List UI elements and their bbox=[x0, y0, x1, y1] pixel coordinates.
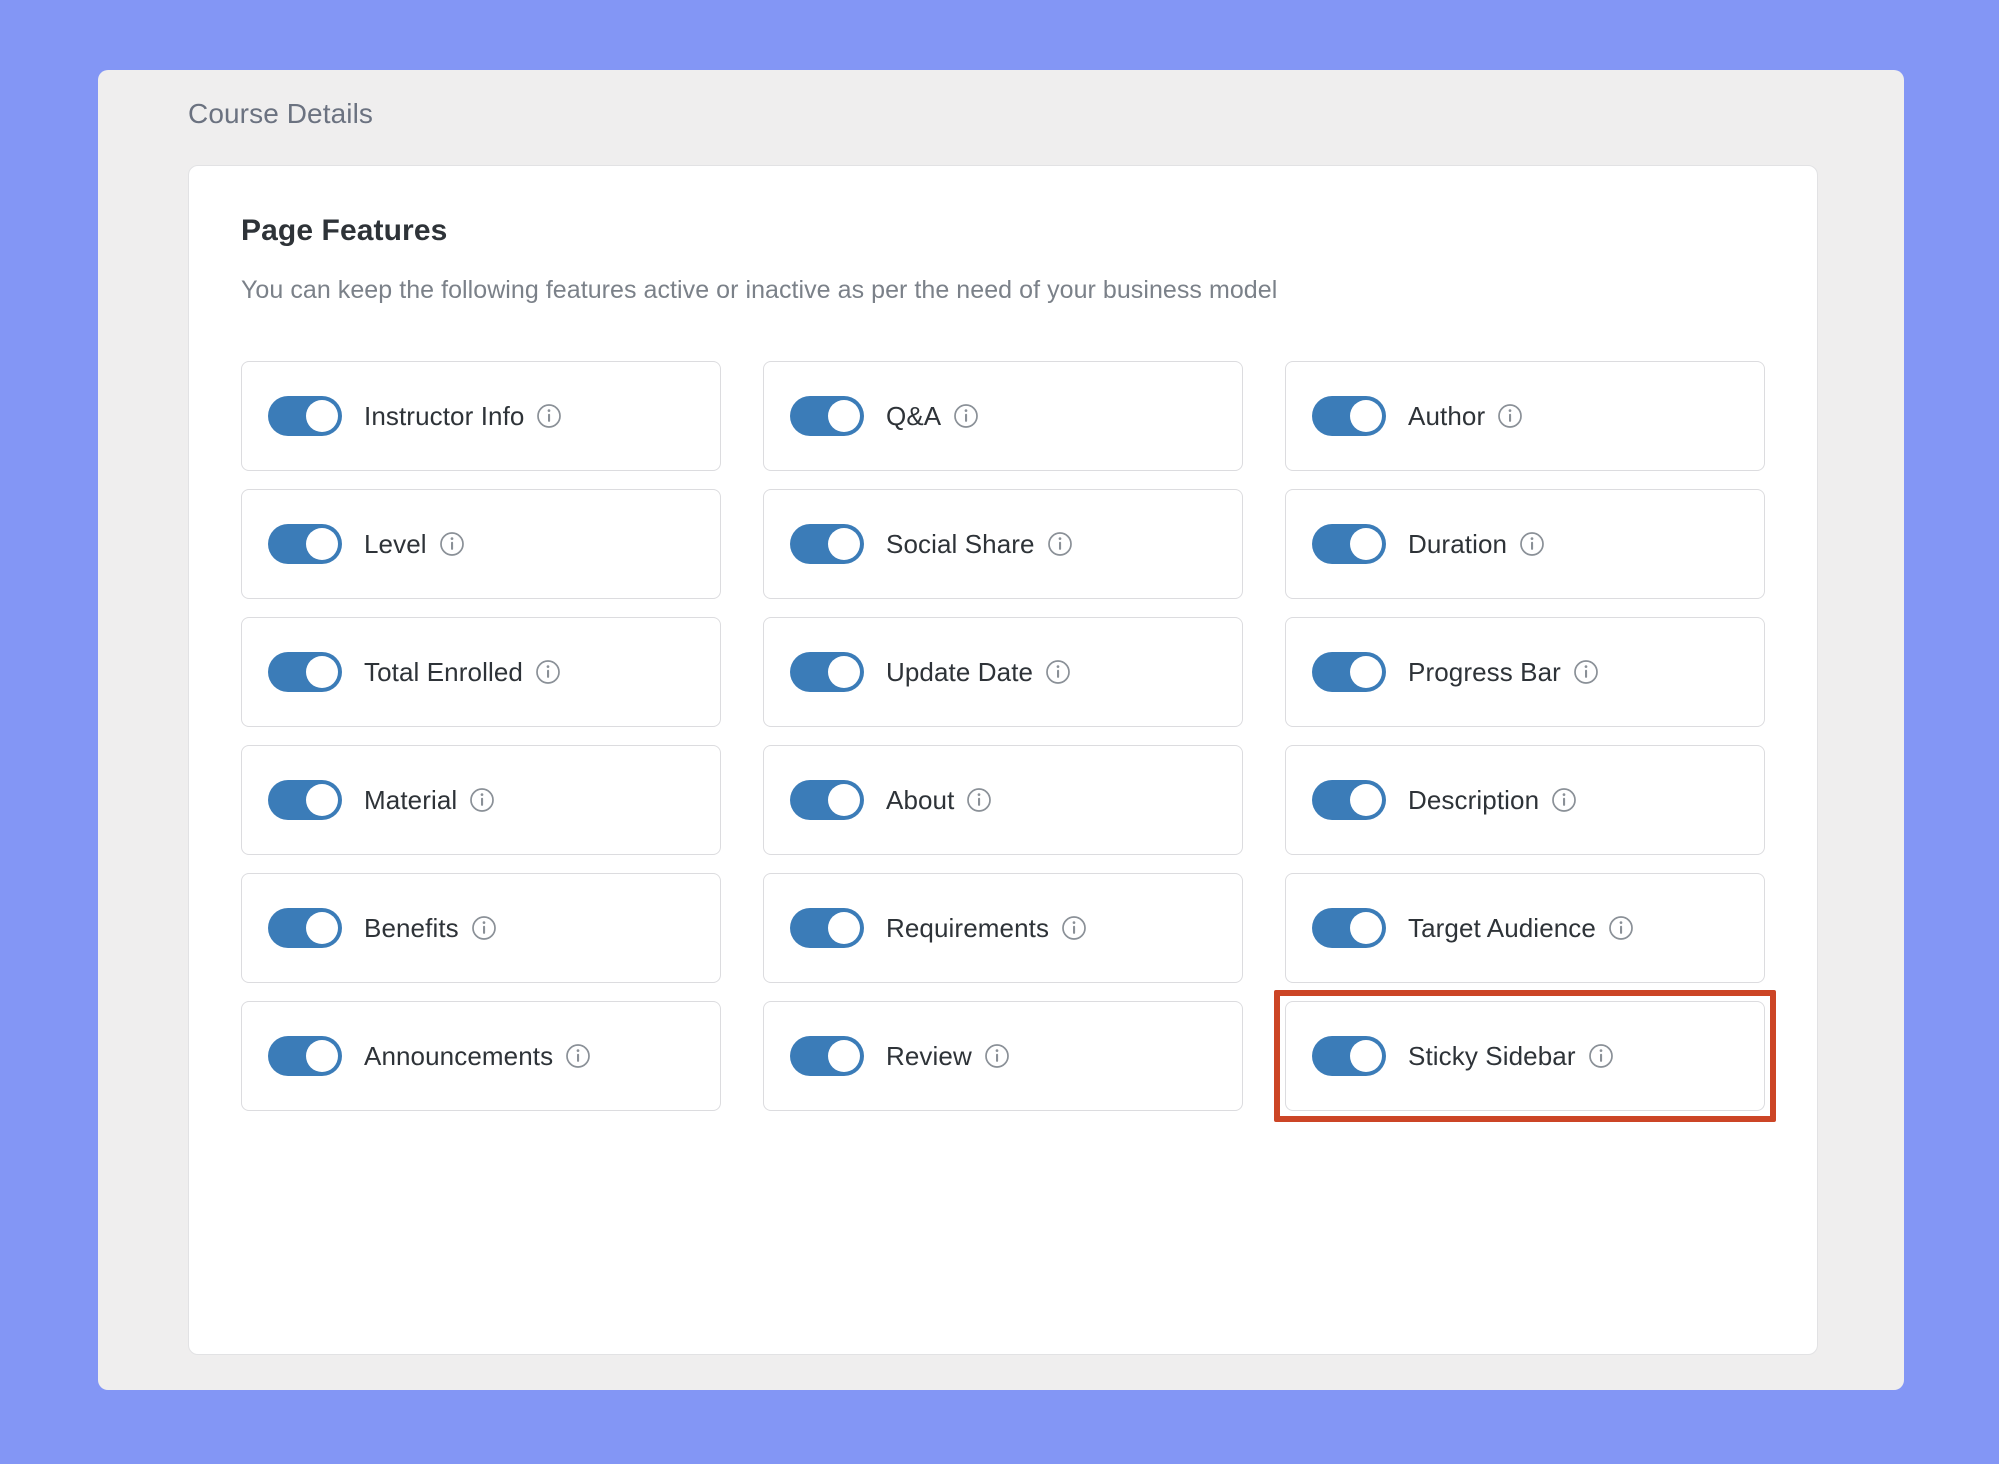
info-icon[interactable] bbox=[953, 403, 979, 429]
feature-label-qanda: Q&A bbox=[886, 400, 942, 431]
feature-card-level[interactable]: Level bbox=[241, 489, 721, 599]
feature-card-requirements[interactable]: Requirements bbox=[763, 873, 1243, 983]
feature-label-instructor-info: Instructor Info bbox=[364, 400, 525, 431]
feature-card-review[interactable]: Review bbox=[763, 1001, 1243, 1111]
page-features-grid: Instructor Info Q&A Author Level Social … bbox=[241, 361, 1776, 1122]
page-features-card: Page Features You can keep the following… bbox=[188, 165, 1818, 1355]
info-icon[interactable] bbox=[439, 531, 465, 557]
feature-card-material[interactable]: Material bbox=[241, 745, 721, 855]
toggle-knob bbox=[306, 528, 338, 560]
toggle-total-enrolled[interactable] bbox=[268, 652, 342, 692]
feature-card-duration[interactable]: Duration bbox=[1285, 489, 1765, 599]
info-icon[interactable] bbox=[1608, 915, 1634, 941]
toggle-progress-bar[interactable] bbox=[1312, 652, 1386, 692]
toggle-benefits[interactable] bbox=[268, 908, 342, 948]
feature-card-progress-bar[interactable]: Progress Bar bbox=[1285, 617, 1765, 727]
info-icon[interactable] bbox=[469, 787, 495, 813]
toggle-knob bbox=[1350, 528, 1382, 560]
feature-label-social-share: Social Share bbox=[886, 528, 1035, 559]
toggle-knob bbox=[1350, 400, 1382, 432]
toggle-author[interactable] bbox=[1312, 396, 1386, 436]
info-icon[interactable] bbox=[984, 1043, 1010, 1069]
feature-label-author: Author bbox=[1408, 400, 1486, 431]
toggle-knob bbox=[306, 656, 338, 688]
feature-label-about: About bbox=[886, 784, 955, 815]
feature-label-total-enrolled: Total Enrolled bbox=[364, 656, 523, 687]
feature-label-announcements: Announcements bbox=[364, 1040, 554, 1071]
toggle-review[interactable] bbox=[790, 1036, 864, 1076]
toggle-level[interactable] bbox=[268, 524, 342, 564]
feature-label-benefits: Benefits bbox=[364, 912, 459, 943]
feature-label-material: Material bbox=[364, 784, 458, 815]
feature-label-description: Description bbox=[1408, 784, 1540, 815]
toggle-knob bbox=[828, 1040, 860, 1072]
toggle-instructor-info[interactable] bbox=[268, 396, 342, 436]
toggle-knob bbox=[306, 1040, 338, 1072]
info-icon[interactable] bbox=[1573, 659, 1599, 685]
toggle-social-share[interactable] bbox=[790, 524, 864, 564]
toggle-requirements[interactable] bbox=[790, 908, 864, 948]
info-icon[interactable] bbox=[1497, 403, 1523, 429]
toggle-knob bbox=[1350, 656, 1382, 688]
toggle-knob bbox=[828, 656, 860, 688]
info-icon[interactable] bbox=[471, 915, 497, 941]
info-icon[interactable] bbox=[1047, 531, 1073, 557]
feature-label-level: Level bbox=[364, 528, 427, 559]
info-icon[interactable] bbox=[1061, 915, 1087, 941]
feature-card-target-audience[interactable]: Target Audience bbox=[1285, 873, 1765, 983]
feature-card-benefits[interactable]: Benefits bbox=[241, 873, 721, 983]
page-title: Course Details bbox=[188, 98, 374, 129]
feature-label-update-date: Update Date bbox=[886, 656, 1034, 687]
feature-label-progress-bar: Progress Bar bbox=[1408, 656, 1561, 687]
toggle-about[interactable] bbox=[790, 780, 864, 820]
feature-card-author[interactable]: Author bbox=[1285, 361, 1765, 471]
feature-label-review: Review bbox=[886, 1040, 972, 1071]
feature-card-about[interactable]: About bbox=[763, 745, 1243, 855]
info-icon[interactable] bbox=[1519, 531, 1545, 557]
feature-label-sticky-sidebar: Sticky Sidebar bbox=[1408, 1040, 1576, 1071]
toggle-knob bbox=[1350, 1040, 1382, 1072]
toggle-knob bbox=[306, 400, 338, 432]
section-title: Page Features bbox=[241, 214, 448, 247]
feature-card-update-date[interactable]: Update Date bbox=[763, 617, 1243, 727]
info-icon[interactable] bbox=[1045, 659, 1071, 685]
toggle-knob bbox=[828, 912, 860, 944]
feature-card-description[interactable]: Description bbox=[1285, 745, 1765, 855]
info-icon[interactable] bbox=[1551, 787, 1577, 813]
feature-card-social-share[interactable]: Social Share bbox=[763, 489, 1243, 599]
toggle-duration[interactable] bbox=[1312, 524, 1386, 564]
toggle-knob bbox=[828, 400, 860, 432]
feature-card-instructor-info[interactable]: Instructor Info bbox=[241, 361, 721, 471]
toggle-material[interactable] bbox=[268, 780, 342, 820]
toggle-knob bbox=[306, 784, 338, 816]
toggle-sticky-sidebar[interactable] bbox=[1312, 1036, 1386, 1076]
toggle-description[interactable] bbox=[1312, 780, 1386, 820]
toggle-knob bbox=[306, 912, 338, 944]
toggle-knob bbox=[828, 528, 860, 560]
feature-card-qanda[interactable]: Q&A bbox=[763, 361, 1243, 471]
feature-label-requirements: Requirements bbox=[886, 912, 1050, 943]
toggle-knob bbox=[1350, 784, 1382, 816]
toggle-knob bbox=[828, 784, 860, 816]
toggle-target-audience[interactable] bbox=[1312, 908, 1386, 948]
info-icon[interactable] bbox=[1588, 1043, 1614, 1069]
toggle-update-date[interactable] bbox=[790, 652, 864, 692]
toggle-qanda[interactable] bbox=[790, 396, 864, 436]
feature-label-target-audience: Target Audience bbox=[1408, 912, 1596, 943]
feature-card-total-enrolled[interactable]: Total Enrolled bbox=[241, 617, 721, 727]
feature-label-duration: Duration bbox=[1408, 528, 1508, 559]
section-subtitle: You can keep the following features acti… bbox=[241, 276, 1278, 304]
info-icon[interactable] bbox=[565, 1043, 591, 1069]
feature-card-sticky-sidebar[interactable]: Sticky Sidebar bbox=[1274, 990, 1776, 1122]
course-details-panel: Course Details Page Features You can kee… bbox=[98, 70, 1904, 1390]
feature-card-announcements[interactable]: Announcements bbox=[241, 1001, 721, 1111]
toggle-announcements[interactable] bbox=[268, 1036, 342, 1076]
info-icon[interactable] bbox=[535, 659, 561, 685]
toggle-knob bbox=[1350, 912, 1382, 944]
info-icon[interactable] bbox=[536, 403, 562, 429]
info-icon[interactable] bbox=[966, 787, 992, 813]
